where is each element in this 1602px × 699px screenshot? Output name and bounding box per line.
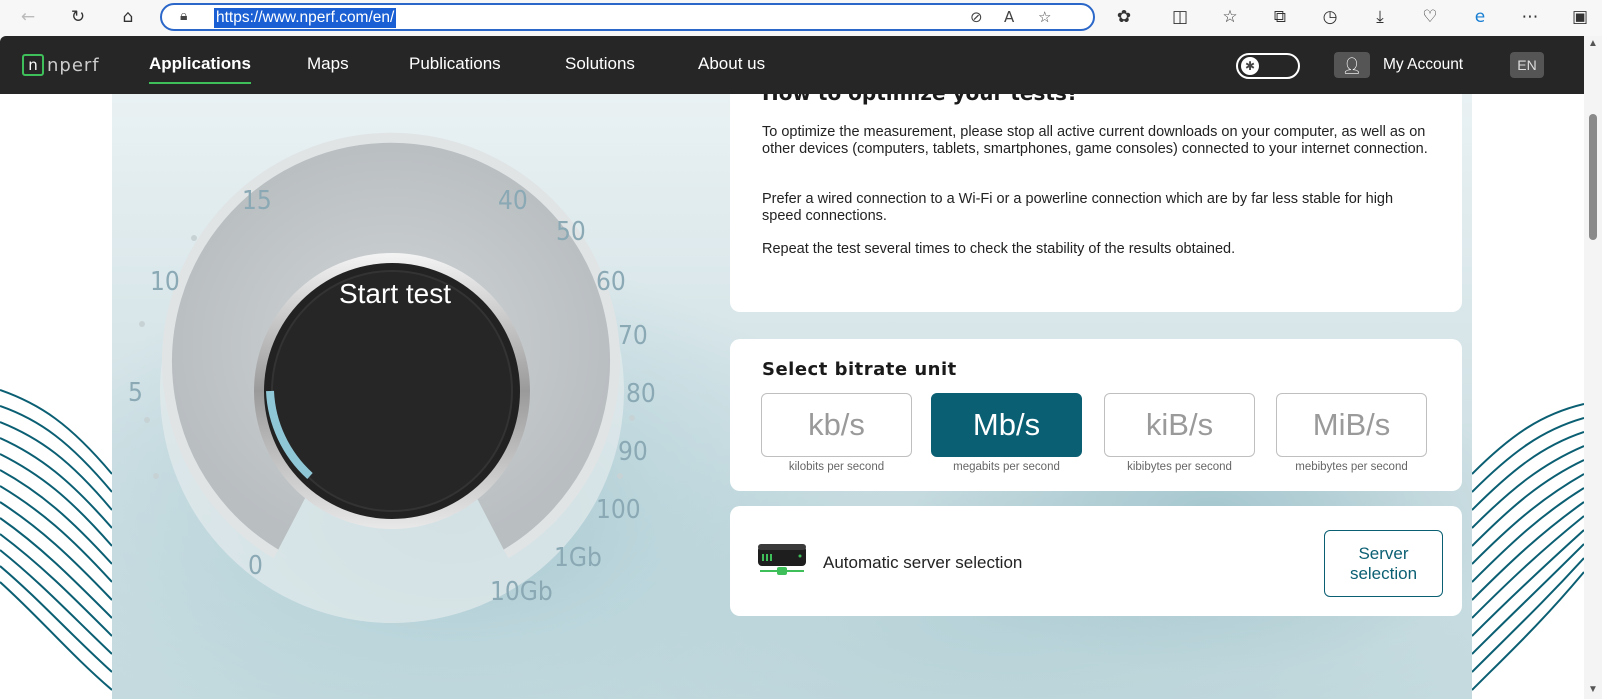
favorite-star-icon[interactable]: ☆ <box>1038 8 1051 26</box>
read-aloud-icon[interactable]: A <box>1004 8 1014 26</box>
gauge-label-0: 0 <box>248 551 263 581</box>
language-selector[interactable]: EN <box>1510 52 1544 78</box>
history-icon[interactable]: ◷ <box>1318 5 1342 29</box>
tracking-prevention-icon[interactable]: ⊘ <box>970 8 983 26</box>
split-screen-icon[interactable]: ◫ <box>1168 5 1192 29</box>
server-selection-label: Automatic server selection <box>823 553 1023 572</box>
edge-icon[interactable]: e <box>1468 5 1492 29</box>
sun-icon: ✱ <box>1241 57 1259 75</box>
tips-card: How to optimize your tests? To optimize … <box>730 94 1462 312</box>
tips-paragraph-3: Repeat the test several times to check t… <box>762 241 1236 257</box>
address-bar[interactable]: 🔒︎ https://www.nperf.com/en/ ⊘ A ☆ <box>160 3 1095 31</box>
gauge-label-5: 5 <box>128 378 143 408</box>
gauge-label-15: 15 <box>242 186 272 216</box>
back-icon[interactable]: ← <box>16 5 40 29</box>
user-icon[interactable]: 👤︎ <box>1334 52 1370 78</box>
gauge-label-10: 10 <box>150 267 180 297</box>
logo-text: nperf <box>47 54 100 76</box>
reload-icon[interactable]: ↻ <box>66 5 90 29</box>
start-test-button[interactable]: Start test <box>295 278 495 310</box>
server-selection-button[interactable]: Server selection <box>1324 530 1443 597</box>
bitrate-title: Select bitrate unit <box>762 359 957 380</box>
speed-gauge: 0 5 10 15 40 50 60 70 80 90 100 1Gb 10Gb <box>112 94 672 658</box>
server-card: Automatic server selection Server select… <box>730 506 1462 616</box>
right-wave-decoration <box>1472 403 1584 691</box>
scroll-down-icon[interactable]: ▼ <box>1588 684 1598 695</box>
page-scrollbar[interactable]: ▲ ▼ <box>1584 36 1602 699</box>
unit-mibps-button[interactable]: MiB/s <box>1276 393 1427 457</box>
sidebar-toggle-icon[interactable]: ▣ <box>1568 5 1592 29</box>
unit-mibps-desc: mebibytes per second <box>1295 461 1408 473</box>
gauge-label-50: 50 <box>556 217 586 247</box>
left-wave-decoration <box>0 389 112 691</box>
tips-paragraph-1: To optimize the measurement, please stop… <box>762 124 1428 157</box>
logo-mark-icon: n <box>22 54 44 76</box>
gauge-label-40: 40 <box>498 186 528 216</box>
lock-icon[interactable]: 🔒︎ <box>180 8 187 24</box>
unit-kibps-button[interactable]: kiB/s <box>1104 393 1255 457</box>
nav-maps[interactable]: Maps <box>307 54 349 74</box>
nav-solutions[interactable]: Solutions <box>565 54 635 74</box>
gauge-label-1gb: 1Gb <box>554 543 602 573</box>
unit-kbps-desc: kilobits per second <box>788 461 885 473</box>
main-content: 0 5 10 15 40 50 60 70 80 90 100 1Gb 10Gb… <box>0 94 1584 699</box>
unit-kibps-desc: kibibytes per second <box>1127 461 1232 473</box>
gauge-label-100: 100 <box>596 495 641 525</box>
unit-kbps-button[interactable]: kb/s <box>761 393 912 457</box>
scroll-up-icon[interactable]: ▲ <box>1588 38 1598 49</box>
my-account-link[interactable]: My Account <box>1383 56 1463 74</box>
scrollbar-thumb[interactable] <box>1589 114 1597 240</box>
server-icon <box>758 544 806 575</box>
download-icon[interactable]: ⤓ <box>1368 5 1392 29</box>
nperf-logo[interactable]: n nperf <box>22 51 100 79</box>
more-menu-icon[interactable]: ⋯ <box>1518 5 1542 29</box>
bitrate-card: Select bitrate unit kb/s kilobits per se… <box>730 339 1462 491</box>
theme-toggle[interactable]: ✱ <box>1236 53 1300 79</box>
gauge-label-90: 90 <box>618 437 648 467</box>
favorites-icon[interactable]: ☆ <box>1218 5 1242 29</box>
browser-toolbar: ← ↻ ⌂ 🔒︎ https://www.nperf.com/en/ ⊘ A ☆… <box>0 0 1602 34</box>
unit-mbps-desc: megabits per second <box>953 461 1060 473</box>
nav-about-us[interactable]: About us <box>698 54 765 74</box>
gauge-label-10gb: 10Gb <box>490 577 553 607</box>
nav-publications[interactable]: Publications <box>409 54 501 74</box>
gauge-label-60: 60 <box>596 267 626 297</box>
tips-paragraph-2: Prefer a wired connection to a Wi-Fi or … <box>762 191 1394 224</box>
gauge-dial: 0 5 10 15 40 50 60 70 80 90 100 1Gb 10Gb <box>128 132 656 623</box>
browser-essentials-icon[interactable]: ♡ <box>1418 5 1442 29</box>
nav-applications[interactable]: Applications <box>149 54 252 84</box>
unit-mbps-button[interactable]: Mb/s <box>931 393 1082 457</box>
extensions-icon[interactable]: ✿ <box>1112 5 1136 29</box>
collections-icon[interactable]: ⧉ <box>1268 5 1292 29</box>
gauge-label-80: 80 <box>626 379 656 409</box>
home-icon[interactable]: ⌂ <box>116 5 140 29</box>
tips-title: How to optimize your tests? <box>762 94 1078 105</box>
gauge-label-70: 70 <box>618 321 648 351</box>
site-header: n nperf Applications Maps Publications S… <box>0 36 1584 94</box>
url-text[interactable]: https://www.nperf.com/en/ <box>214 8 397 28</box>
